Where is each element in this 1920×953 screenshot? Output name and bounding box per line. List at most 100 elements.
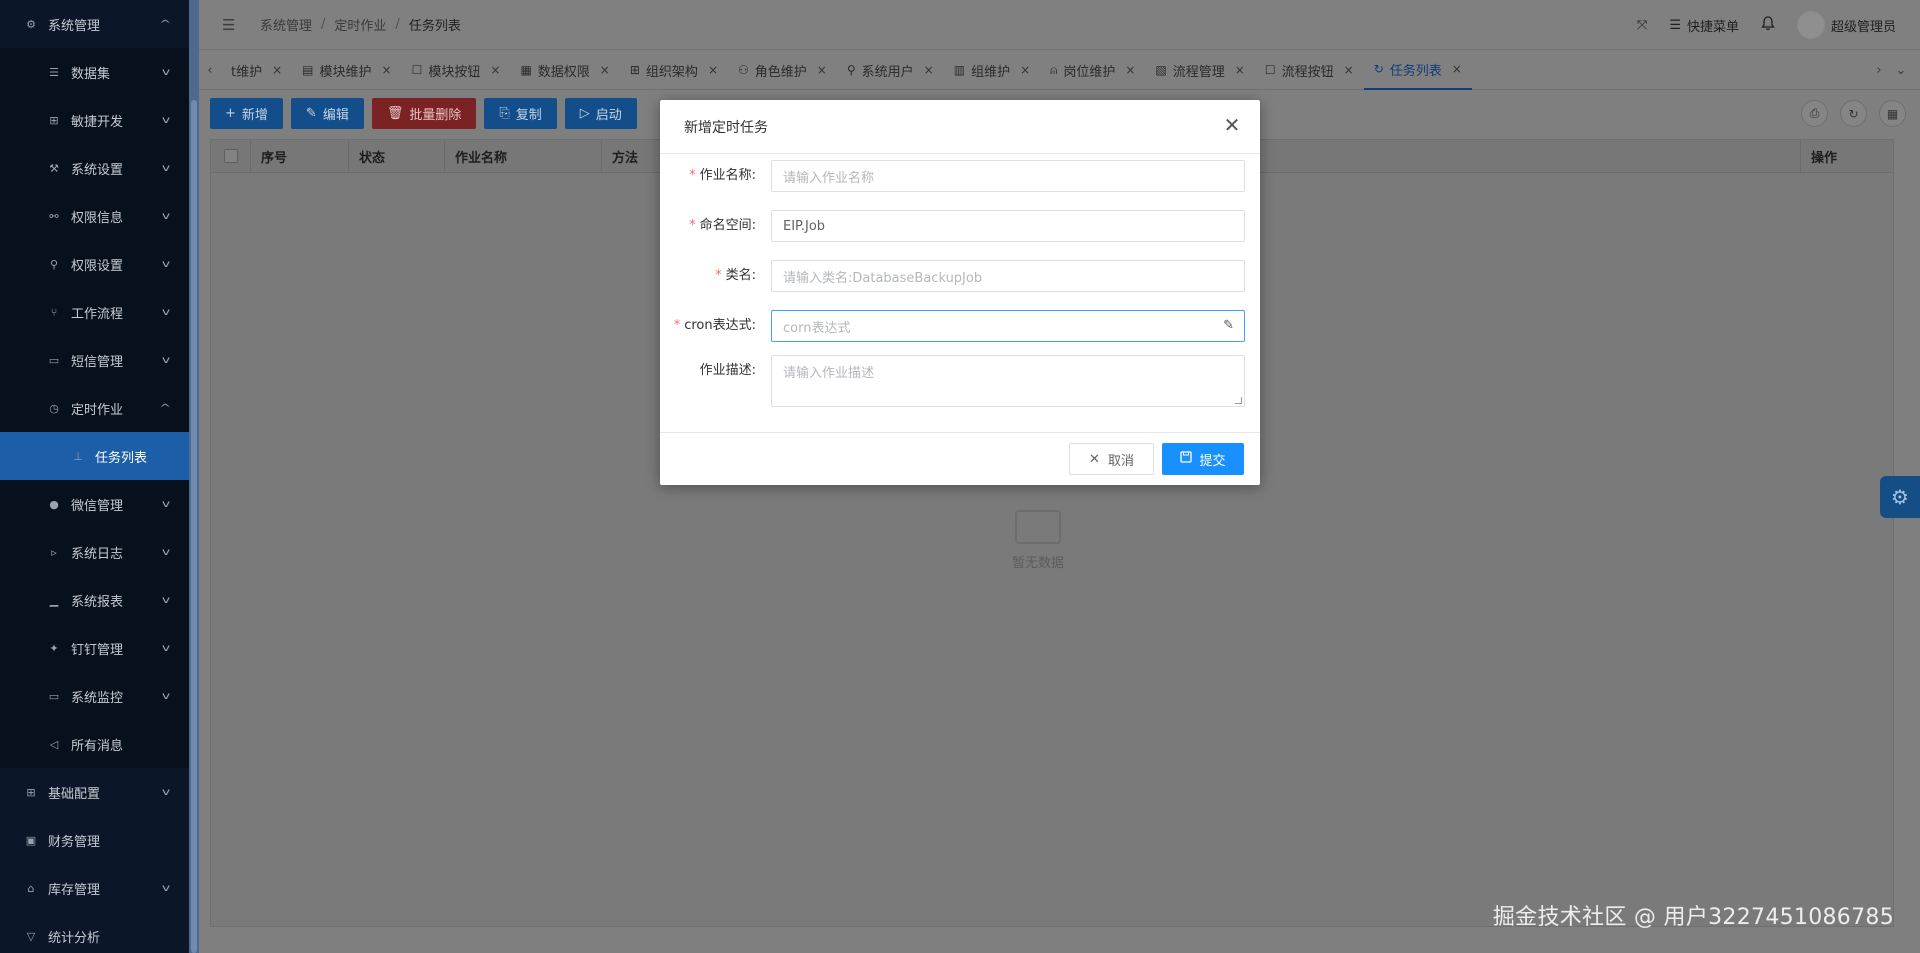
- tab-close-icon[interactable]: ×: [817, 63, 827, 77]
- chevron-down-icon: v: [161, 498, 171, 510]
- sidebar-item[interactable]: ◷ 定时作业 ^: [0, 384, 189, 432]
- tab-icon: ☐: [1264, 63, 1276, 77]
- tab-close-icon[interactable]: ×: [1125, 63, 1135, 77]
- play-icon: ▷: [579, 106, 590, 121]
- tab[interactable]: ☐ 模块按钮 ×: [402, 51, 511, 90]
- tab[interactable]: ⚲ 系统用户 ×: [837, 51, 944, 90]
- sidebar-item[interactable]: ✦ 钉钉管理 v: [0, 624, 189, 672]
- refresh-icon[interactable]: ↻: [1840, 100, 1867, 127]
- tab-close-icon[interactable]: ×: [708, 63, 718, 77]
- close-icon[interactable]: ✕: [1222, 115, 1242, 135]
- add-button[interactable]: + 新增: [210, 98, 283, 129]
- tab-close-icon[interactable]: ×: [600, 63, 610, 77]
- tab-close-icon[interactable]: ×: [490, 63, 500, 77]
- save-icon: [1180, 451, 1193, 467]
- print-icon[interactable]: ⎙: [1801, 100, 1828, 127]
- tab-close-icon[interactable]: ×: [924, 63, 934, 77]
- select-all-checkbox[interactable]: [223, 149, 238, 163]
- start-button[interactable]: ▷ 启动: [564, 98, 637, 129]
- copy-button[interactable]: ⎘ 复制: [484, 98, 557, 129]
- tab-close-icon[interactable]: ×: [382, 63, 392, 77]
- tab-icon: ⍝: [1050, 62, 1058, 77]
- sidebar-item[interactable]: ☰ 数据集 v: [0, 48, 189, 96]
- sidebar-item[interactable]: ⌂ 库存管理 v: [0, 864, 189, 912]
- tab-scroll-left-icon[interactable]: ‹: [199, 63, 221, 78]
- sidebar-item[interactable]: ⊥ 任务列表: [0, 432, 189, 480]
- empty-inbox-icon: [1015, 510, 1061, 544]
- sidebar-item[interactable]: ⊞ 敏捷开发 v: [0, 96, 189, 144]
- sidebar-item-label: 定时作业: [71, 402, 124, 418]
- columns-icon[interactable]: ▦: [1879, 100, 1906, 127]
- sidebar-item[interactable]: ● 微信管理 v: [0, 480, 189, 528]
- edit-button[interactable]: ✎ 编辑: [290, 98, 364, 129]
- tab-icon: ☐: [411, 63, 423, 77]
- edit-icon[interactable]: ✎: [1223, 318, 1234, 333]
- tab[interactable]: ▤ 模块维护 ×: [292, 51, 401, 90]
- chevron-down-icon: v: [161, 306, 171, 318]
- sidebar-item-label: 权限设置: [71, 258, 124, 274]
- description-textarea[interactable]: 请输入作业描述: [771, 355, 1245, 407]
- message-icon: ▭: [48, 353, 60, 367]
- batch-delete-label: 批量删除: [409, 108, 462, 123]
- tab[interactable]: t维护 ×: [221, 51, 292, 90]
- cancel-label: 取消: [1107, 453, 1134, 469]
- sidebar-item[interactable]: ▣ 财务管理: [0, 816, 189, 864]
- tab-dropdown-icon[interactable]: ⌄: [1890, 63, 1912, 78]
- tab-close-icon[interactable]: ×: [272, 63, 282, 77]
- tab[interactable]: ⍝ 岗位维护 ×: [1040, 51, 1145, 90]
- sidebar-item[interactable]: ⚙ 系统管理 ^: [0, 0, 189, 48]
- sidebar-scrollbar-thumb[interactable]: [191, 100, 197, 953]
- sidebar-item[interactable]: ⊞ 基础配置 v: [0, 768, 189, 816]
- fullscreen-icon[interactable]: ⤧: [1637, 18, 1647, 33]
- bell-icon[interactable]: [1761, 15, 1775, 35]
- tab-close-icon[interactable]: ×: [1020, 63, 1030, 77]
- sidebar-item[interactable]: ⚲ 权限设置 v: [0, 240, 189, 288]
- tab-icon: ▤: [302, 63, 314, 77]
- class-name-input[interactable]: 请输入类名:DatabaseBackupJob: [771, 260, 1245, 292]
- tab-label: 流程按钮: [1281, 64, 1334, 80]
- sidebar-item[interactable]: ⚒ 系统设置 v: [0, 144, 189, 192]
- batch-delete-button[interactable]: 🗑 批量删除: [371, 98, 477, 129]
- tab[interactable]: ↻ 任务列表 ×: [1363, 51, 1472, 90]
- cron-input[interactable]: corn表达式 ✎: [771, 310, 1245, 342]
- menu-toggle-icon[interactable]: ☰: [222, 16, 240, 34]
- bank-icon: ⌂: [27, 881, 35, 895]
- column-header[interactable]: 状态: [349, 139, 445, 173]
- tab-close-icon[interactable]: ×: [1235, 63, 1245, 77]
- column-header[interactable]: 序号: [251, 139, 349, 173]
- sidebar-item[interactable]: ▭ 系统监控 v: [0, 672, 189, 720]
- sidebar-item[interactable]: ▁ 系统报表 v: [0, 576, 189, 624]
- tab[interactable]: ▧ 流程管理 ×: [1145, 51, 1254, 90]
- chevron-down-icon: v: [161, 642, 171, 654]
- sidebar-item[interactable]: ⑂ 工作流程 v: [0, 288, 189, 336]
- user-menu[interactable]: 超级管理员: [1796, 11, 1896, 39]
- chevron-down-icon: v: [161, 546, 171, 558]
- sidebar-item[interactable]: ⚯ 权限信息 v: [0, 192, 189, 240]
- tab-close-icon[interactable]: ×: [1344, 63, 1354, 77]
- settings-gear-icon[interactable]: ⚙: [1880, 476, 1920, 518]
- sidebar-item[interactable]: ▭ 短信管理 v: [0, 336, 189, 384]
- chevron-down-icon: v: [161, 114, 171, 126]
- sidebar-item[interactable]: ▽ 统计分析: [0, 912, 189, 953]
- namespace-input[interactable]: EIP.Job: [771, 210, 1245, 242]
- add-task-dialog: 新增定时任务 ✕ * 作业名称: 请输入作业名称 * 命名空间: EIP.Job *…: [660, 100, 1260, 485]
- column-header[interactable]: 作业名称: [445, 139, 602, 173]
- tab-close-icon[interactable]: ×: [1452, 62, 1462, 76]
- quick-menu-button[interactable]: ☰ 快捷菜单: [1669, 16, 1739, 35]
- job-name-input[interactable]: 请输入作业名称: [771, 160, 1245, 192]
- tab[interactable]: ▥ 组维护 ×: [944, 51, 1040, 90]
- breadcrumb-item[interactable]: 系统管理: [260, 15, 312, 34]
- sidebar-item[interactable]: ◁ 所有消息: [0, 720, 189, 768]
- resize-handle-icon[interactable]: [1235, 397, 1242, 404]
- submit-button[interactable]: 提交: [1162, 443, 1244, 475]
- tab[interactable]: ☐ 流程按钮 ×: [1255, 51, 1364, 90]
- tab[interactable]: ⊞ 组织架构 ×: [620, 51, 728, 90]
- cancel-button[interactable]: ✕ 取消: [1069, 443, 1154, 475]
- tab[interactable]: ▦ 数据权限 ×: [510, 51, 619, 90]
- chevron-down-icon: v: [161, 594, 171, 606]
- tab[interactable]: ⚇ 角色维护 ×: [728, 51, 837, 90]
- tab-scroll-right-icon[interactable]: ›: [1868, 63, 1890, 78]
- sidebar-item[interactable]: ▹ 系统日志 v: [0, 528, 189, 576]
- breadcrumb-item[interactable]: 定时作业: [334, 15, 386, 34]
- toolbar: + 新增 ✎ 编辑 🗑 批量删除 ⎘ 复制 ▷ 启动: [210, 98, 637, 129]
